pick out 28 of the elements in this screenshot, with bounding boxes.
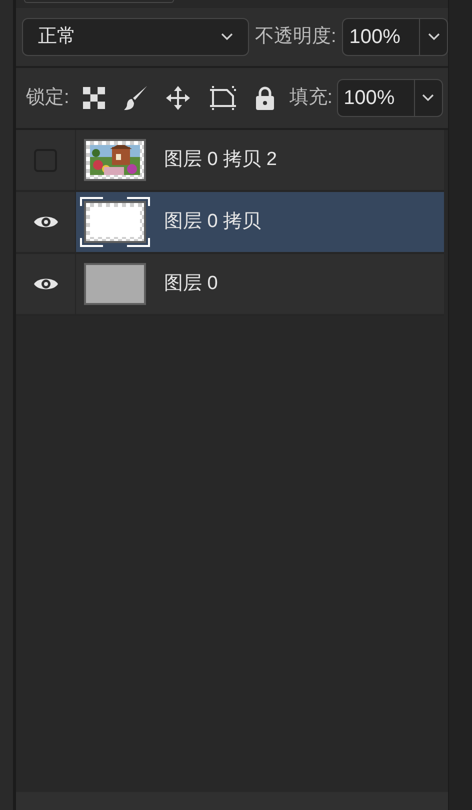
chevron-down-icon bbox=[422, 94, 434, 102]
layer-name: 图层 0 拷贝 bbox=[164, 210, 262, 234]
chevron-down-icon bbox=[221, 33, 233, 41]
layer-thumbnail[interactable] bbox=[84, 139, 146, 181]
opacity-field[interactable]: 100% bbox=[342, 18, 448, 56]
layer-name: 图层 0 拷贝 2 bbox=[164, 148, 277, 172]
fill-field[interactable]: 100% bbox=[336, 79, 443, 117]
checkerboard-icon[interactable] bbox=[83, 87, 106, 109]
move-icon[interactable] bbox=[165, 85, 192, 111]
crop-frame-icon[interactable] bbox=[209, 85, 238, 111]
percent-value: 100% bbox=[348, 25, 402, 50]
layer-row[interactable]: 图层 0 拷贝 bbox=[16, 192, 444, 254]
percent-value: 100% bbox=[342, 86, 396, 111]
lock-label: 锁定: bbox=[26, 86, 70, 110]
layer-thumbnail[interactable] bbox=[84, 201, 146, 243]
eye-icon[interactable] bbox=[32, 276, 58, 292]
layer-row[interactable]: 图层 0 bbox=[16, 254, 444, 316]
selection-corners-icon bbox=[80, 197, 150, 247]
layer-row[interactable]: 图层 0 拷贝 2 bbox=[16, 130, 444, 192]
opacity-label: 不透明度: bbox=[255, 24, 336, 49]
fill-label: 填充: bbox=[289, 86, 333, 110]
chevron-down-icon bbox=[428, 33, 440, 41]
blend-mode-dropdown[interactable]: 正常 bbox=[22, 18, 249, 56]
brush-icon[interactable] bbox=[123, 85, 150, 111]
layer-name: 图层 0 bbox=[164, 272, 218, 296]
lock-icon[interactable] bbox=[255, 86, 276, 110]
layer-thumbnail[interactable] bbox=[84, 263, 146, 305]
eye-icon[interactable] bbox=[32, 214, 58, 230]
